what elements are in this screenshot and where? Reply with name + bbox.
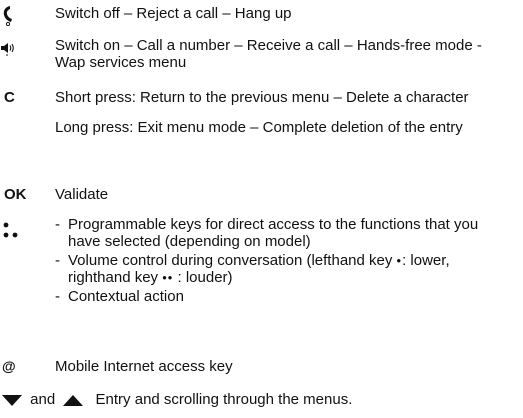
call-speaker-icon: [0, 40, 50, 64]
right-key-dots-icon: ••: [162, 270, 174, 285]
hangup-description: Switch off – Reject a call – Hang up: [55, 5, 292, 22]
bullet-text: Programmable keys for direct access to t…: [68, 216, 479, 250]
up-arrow-icon: [63, 394, 84, 406]
arrows-description: Entry and scrolling through the menus.: [95, 391, 353, 408]
list-item: - Contextual action: [55, 288, 510, 305]
ok-key-label: OK: [4, 186, 27, 203]
programmable-keys-dots-icon: [2, 218, 52, 242]
entry-arrows: and Entry and scrolling through the menu…: [0, 390, 523, 410]
bullet-text: : louder): [173, 269, 233, 286]
at-key-label: @: [2, 358, 16, 374]
ok-description: Validate: [55, 186, 109, 203]
bullet-dash: -: [55, 216, 60, 233]
and-label: and: [30, 391, 56, 408]
c-key-label: C: [4, 89, 15, 106]
hang-up-phone-icon: [0, 4, 50, 28]
c-key-short-press: Short press: Return to the previous menu…: [55, 89, 469, 106]
programmable-keys-list: - Programmable keys for direct access to…: [55, 216, 510, 305]
call-description: Switch on – Call a number – Receive a ca…: [55, 37, 482, 71]
at-key-description: Mobile Internet access key: [55, 358, 233, 375]
down-arrow-icon: [2, 394, 22, 406]
list-item: - Volume control during conversation (le…: [55, 252, 510, 286]
c-key-long-press: Long press: Exit menu mode – Complete de…: [55, 119, 463, 136]
list-item: - Programmable keys for direct access to…: [55, 216, 510, 250]
bullet-text: Contextual action: [68, 288, 184, 305]
bullet-dash: -: [55, 288, 60, 305]
bullet-text: Volume control during conversation (left…: [68, 252, 397, 269]
bullet-dash: -: [55, 252, 60, 269]
